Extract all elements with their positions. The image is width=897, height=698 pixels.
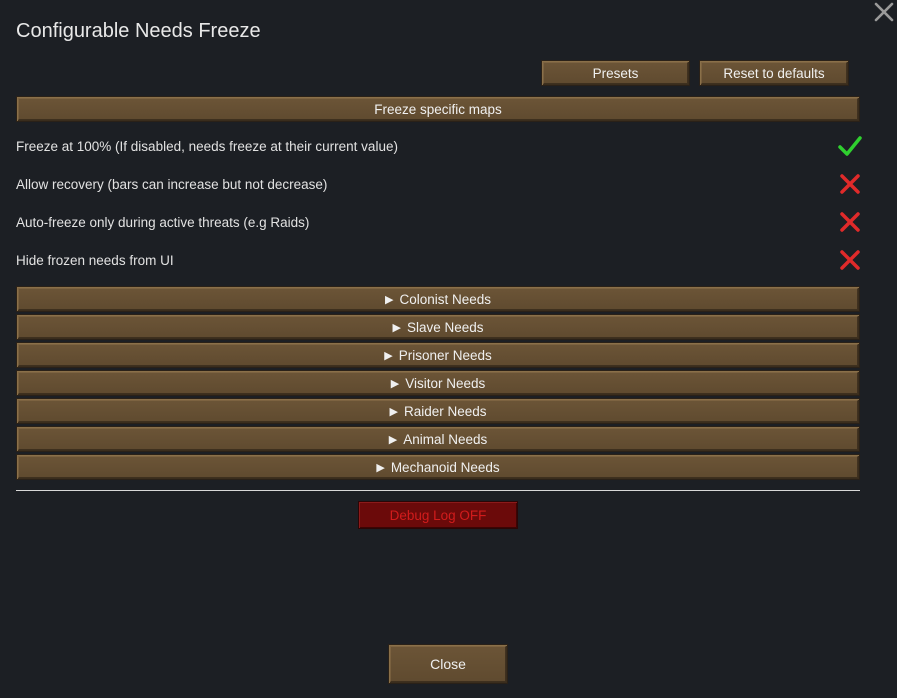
presets-button[interactable]: Presets [541, 60, 690, 86]
reset-defaults-button[interactable]: Reset to defaults [699, 60, 849, 86]
section-prisoner-needs[interactable]: ▶ Prisoner Needs [16, 342, 860, 368]
section-mechanoid-needs[interactable]: ▶ Mechanoid Needs [16, 454, 860, 480]
close-button[interactable]: Close [388, 644, 508, 684]
expand-arrow-icon: ▶ [392, 321, 401, 334]
section-slave-needs[interactable]: ▶ Slave Needs [16, 314, 860, 340]
expand-arrow-icon: ▶ [389, 405, 398, 418]
section-label: Visitor Needs [405, 375, 486, 391]
settings-window: Configurable Needs Freeze Presets Reset … [0, 0, 897, 698]
section-label: Raider Needs [403, 403, 487, 419]
section-label: Prisoner Needs [398, 347, 492, 363]
setting-row-hide-frozen-needs[interactable]: Hide frozen needs from UI [16, 248, 862, 272]
setting-label: Freeze at 100% (If disabled, needs freez… [16, 138, 398, 154]
debug-log-toggle-button[interactable]: Debug Log OFF [358, 501, 518, 529]
divider [16, 490, 860, 491]
freeze-specific-maps-button[interactable]: Freeze specific maps [16, 96, 860, 122]
section-animal-needs[interactable]: ▶ Animal Needs [16, 426, 860, 452]
cross-icon[interactable] [838, 248, 862, 272]
setting-row-allow-recovery[interactable]: Allow recovery (bars can increase but no… [16, 172, 862, 196]
cross-icon[interactable] [838, 172, 862, 196]
expand-arrow-icon: ▶ [376, 461, 385, 474]
section-visitor-needs[interactable]: ▶ Visitor Needs [16, 370, 860, 396]
setting-label: Allow recovery (bars can increase but no… [16, 176, 328, 192]
setting-row-auto-freeze-threats[interactable]: Auto-freeze only during active threats (… [16, 210, 862, 234]
expand-arrow-icon: ▶ [390, 377, 400, 390]
setting-row-freeze-at-100[interactable]: Freeze at 100% (If disabled, needs freez… [16, 134, 862, 158]
expand-arrow-icon: ▶ [384, 293, 394, 306]
section-label: Mechanoid Needs [390, 459, 500, 475]
section-raider-needs[interactable]: ▶ Raider Needs [16, 398, 860, 424]
section-colonist-needs[interactable]: ▶ Colonist Needs [16, 286, 860, 312]
section-label: Slave Needs [406, 319, 484, 335]
window-title: Configurable Needs Freeze [16, 20, 261, 42]
checkmark-icon[interactable] [838, 134, 862, 158]
section-label: Colonist Needs [399, 291, 491, 307]
cross-icon[interactable] [838, 210, 862, 234]
setting-label: Auto-freeze only during active threats (… [16, 214, 310, 230]
section-label: Animal Needs [403, 431, 488, 447]
expand-arrow-icon: ▶ [384, 349, 393, 362]
setting-label: Hide frozen needs from UI [16, 252, 174, 268]
expand-arrow-icon: ▶ [388, 433, 398, 446]
close-window-icon[interactable] [873, 1, 895, 23]
